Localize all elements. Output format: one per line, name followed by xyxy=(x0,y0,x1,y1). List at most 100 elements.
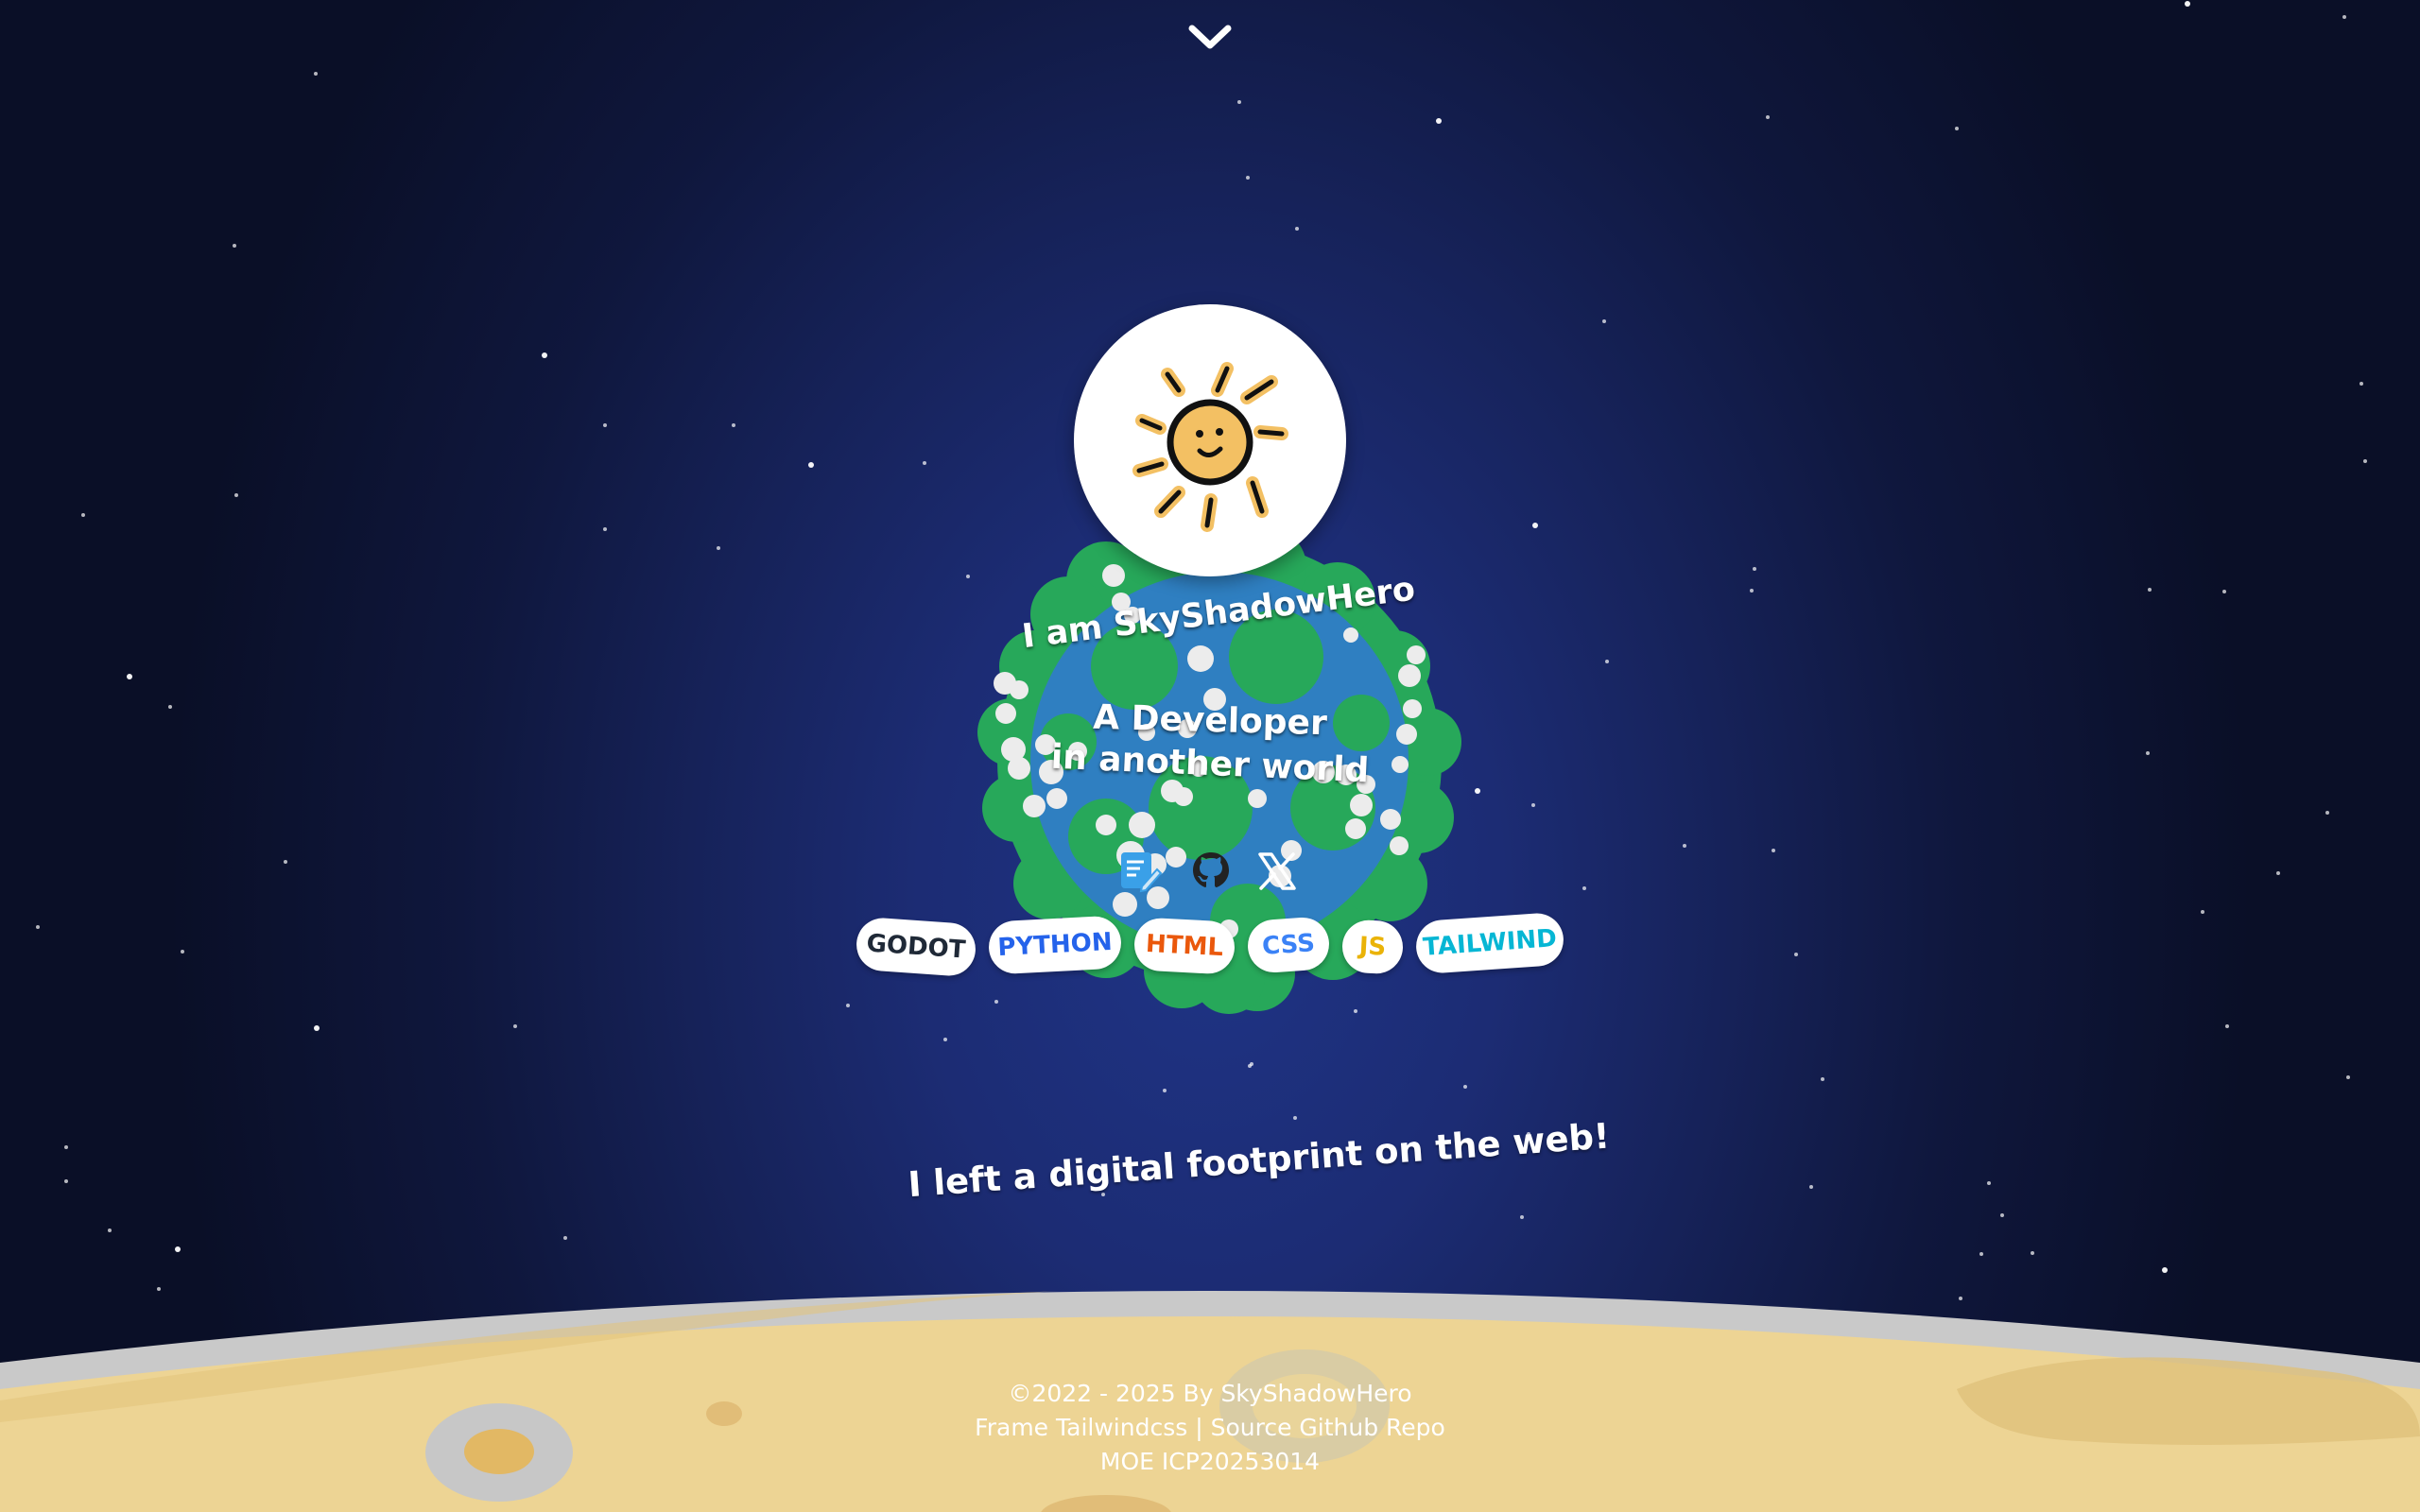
planet-cloud xyxy=(1396,724,1417,745)
landing-page: I am SkyShadowHero A Developer in anothe… xyxy=(0,0,2420,1512)
planet-cloud xyxy=(1407,645,1426,664)
star xyxy=(2346,1075,2350,1079)
star xyxy=(181,950,184,954)
star xyxy=(563,1236,567,1240)
star xyxy=(2148,588,2152,592)
star xyxy=(1463,1085,1467,1089)
planet-cloud xyxy=(1345,818,1366,839)
star xyxy=(1605,660,1609,663)
star xyxy=(717,546,720,550)
star xyxy=(1955,127,1959,130)
planet-cloud xyxy=(1350,794,1373,816)
planet-cloud xyxy=(1390,836,1409,855)
star xyxy=(1237,100,1241,104)
star xyxy=(1532,523,1538,528)
footer-separator: | xyxy=(1195,1414,1203,1441)
planet-cloud xyxy=(1174,787,1193,806)
footer-frame-row: Frame Tailwindcss | Source Github Repo xyxy=(832,1411,1588,1445)
star xyxy=(108,1228,112,1232)
planet-cloud xyxy=(1343,627,1358,643)
footer-copyright: ©2022 - 2025 By SkyShadowHero xyxy=(1008,1380,1412,1407)
star xyxy=(81,513,85,517)
star xyxy=(1250,1062,1253,1066)
footer: ©2022 - 2025 By SkyShadowHero Frame Tail… xyxy=(832,1377,1588,1479)
star xyxy=(234,493,238,497)
star xyxy=(846,1004,850,1007)
chevron-down-icon[interactable] xyxy=(1186,21,1234,53)
avatar[interactable] xyxy=(1074,304,1346,576)
footer-frame-label: Frame xyxy=(975,1414,1049,1441)
star xyxy=(923,461,926,465)
star xyxy=(1766,115,1770,119)
planet-cloud xyxy=(1129,812,1155,838)
tag-css[interactable]: CSS xyxy=(1246,916,1331,974)
planet-cloud xyxy=(1248,789,1267,808)
footer-source-link[interactable]: Source Github Repo xyxy=(1211,1414,1445,1441)
star xyxy=(2000,1213,2004,1217)
star xyxy=(1750,589,1754,593)
star xyxy=(603,527,607,531)
tag-html[interactable]: HTML xyxy=(1132,917,1236,975)
star xyxy=(808,462,814,468)
star xyxy=(314,72,318,76)
star xyxy=(1293,1116,1297,1120)
star xyxy=(127,674,132,679)
star xyxy=(1821,1077,1824,1081)
star xyxy=(943,1038,947,1041)
tag-python[interactable]: PYTHON xyxy=(987,915,1123,975)
star xyxy=(2201,910,2204,914)
star xyxy=(1794,953,1798,956)
star xyxy=(732,423,735,427)
planet-cloud xyxy=(1023,795,1046,817)
planet-cloud xyxy=(1380,809,1401,830)
star xyxy=(64,1179,68,1183)
star xyxy=(1295,227,1299,231)
github-icon[interactable] xyxy=(1188,849,1234,894)
footer-icp-link[interactable]: MOE ICP20253014 xyxy=(832,1445,1588,1479)
star xyxy=(1436,118,1442,124)
star xyxy=(1753,567,1756,571)
star xyxy=(284,860,287,864)
planet-cloud xyxy=(1166,847,1186,868)
star xyxy=(1809,1185,1813,1189)
tag-tailwind[interactable]: TAILWIND xyxy=(1414,911,1565,975)
star xyxy=(513,1024,517,1028)
star xyxy=(168,705,172,709)
star xyxy=(2225,1024,2229,1028)
star xyxy=(2363,459,2367,463)
planet-cloud xyxy=(1187,645,1214,672)
star xyxy=(2222,590,2226,593)
footer-frame-link[interactable]: Tailwindcss xyxy=(1056,1414,1187,1441)
star xyxy=(1772,849,1775,852)
star xyxy=(542,352,547,358)
star xyxy=(1520,1215,1524,1219)
x-icon[interactable] xyxy=(1254,849,1300,894)
tag-godot[interactable]: GODOT xyxy=(855,916,977,978)
star xyxy=(1987,1181,1991,1185)
star xyxy=(1602,319,1606,323)
star xyxy=(36,925,40,929)
star xyxy=(1163,1089,1167,1092)
star xyxy=(64,1145,68,1149)
planet-cloud xyxy=(1403,699,1422,718)
star xyxy=(603,423,607,427)
star xyxy=(1582,886,1586,890)
star xyxy=(1246,176,1250,180)
star xyxy=(2185,1,2190,7)
star xyxy=(2276,871,2280,875)
planet-cloud xyxy=(995,703,1016,724)
planet-cloud xyxy=(1102,564,1125,587)
sun-icon xyxy=(1132,362,1288,532)
planet-cloud xyxy=(1046,788,1067,809)
star xyxy=(1683,844,1686,848)
planet-cloud xyxy=(1398,664,1421,687)
star xyxy=(314,1025,320,1031)
blog-edit-icon[interactable] xyxy=(1117,849,1163,894)
star xyxy=(1101,1193,1105,1196)
star xyxy=(2360,382,2363,386)
star xyxy=(1475,788,1480,794)
star xyxy=(233,244,236,248)
planet-cloud xyxy=(1113,892,1137,917)
star xyxy=(2342,15,2346,19)
planet-cloud xyxy=(1096,815,1116,835)
